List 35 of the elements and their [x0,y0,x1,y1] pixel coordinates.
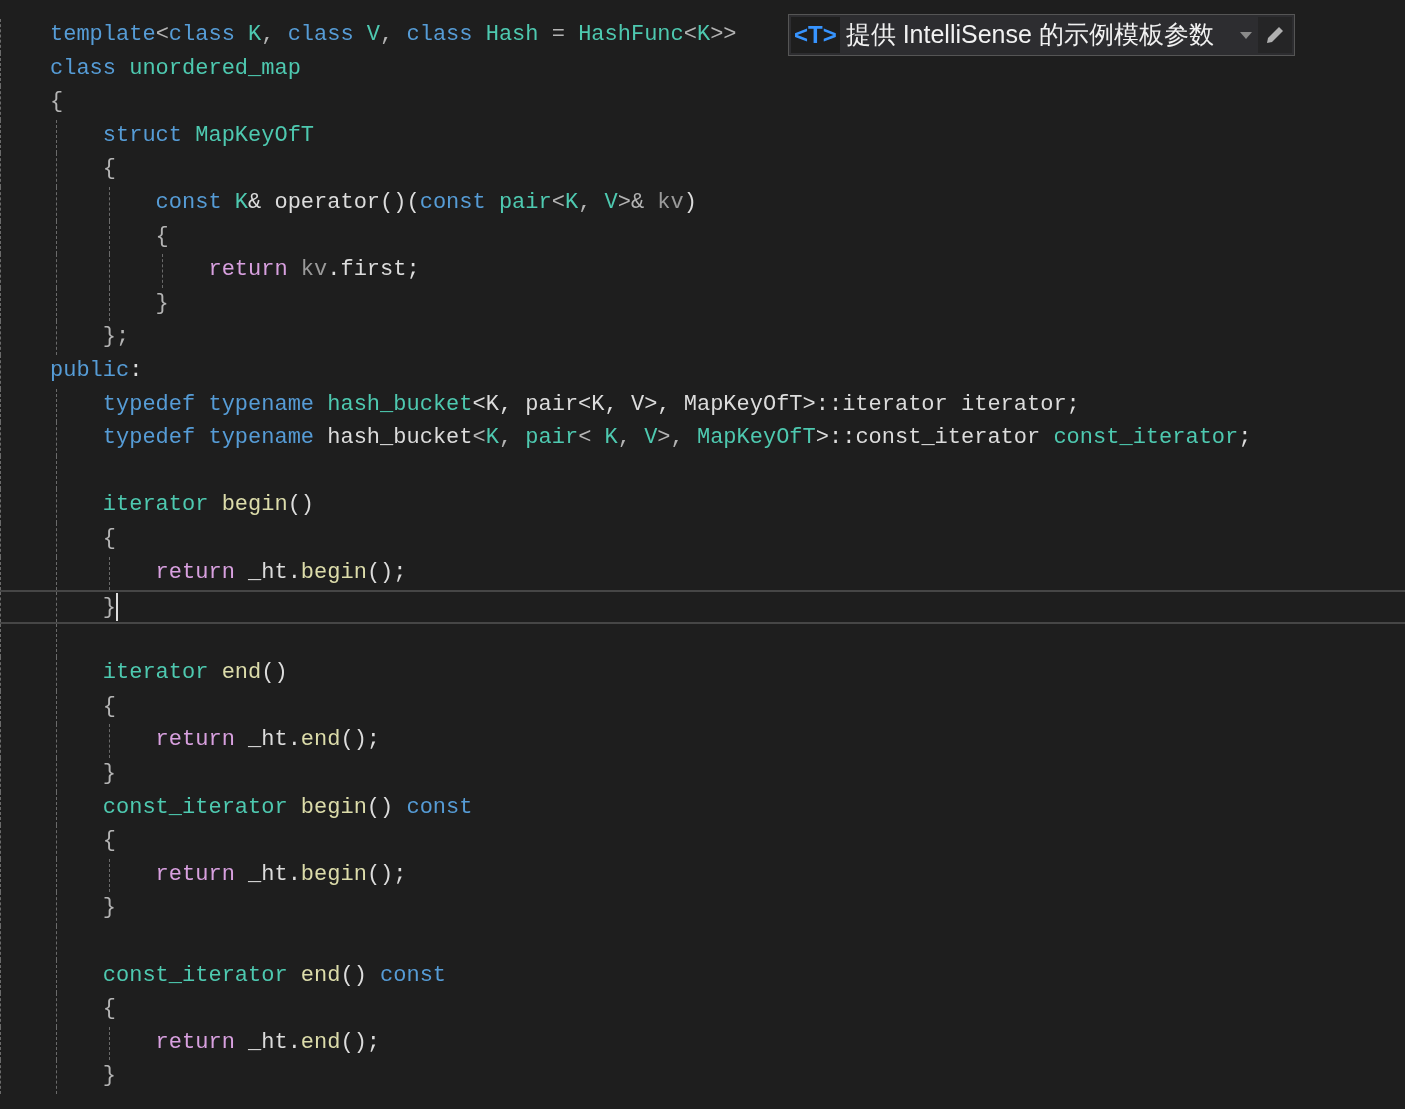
code-line: return _ht.end(); [154,1028,381,1057]
pencil-icon [1264,24,1286,46]
code-line: return kv.first; [207,256,420,285]
edit-button[interactable] [1258,17,1292,53]
code-line: { [101,692,116,721]
code-line: typedef typename hash_bucket<K, pair<K, V>, MapKeyOfT>::iterator iterator; [101,390,1080,419]
code-line: } [101,760,116,789]
code-line: }; [101,323,130,352]
code-line: { [50,88,64,117]
code-line: return _ht.begin(); [154,558,407,587]
code-line: { [101,155,116,184]
caret-icon [1240,31,1252,39]
code-line: { [101,524,116,553]
template-badge: <T> [791,17,840,53]
code-line: } [154,289,169,318]
code-line: class unordered_map [50,54,301,83]
code-line: public: [50,356,143,385]
code-line: const K& operator()(const pair<K, V>& kv) [154,188,697,217]
code-line: iterator begin() [101,491,315,520]
code-line: } [101,594,116,623]
code-line: template<class K, class V, class Hash = HashFunc<K>> [50,21,737,49]
code-line: typedef typename hash_bucket<K, pair< K, V>, MapKeyOfT>::const_iterator const_iterator; [101,424,1252,453]
code-line: const_iterator end() const [101,961,447,990]
code-line: { [101,827,116,856]
code-line: } [101,894,116,923]
code-line: const_iterator begin() const [101,793,473,822]
code-line: struct MapKeyOfT [101,121,315,150]
code-line: return _ht.end(); [154,726,381,755]
code-line: return _ht.begin(); [154,860,407,889]
code-line: { [154,222,169,251]
code-line: } [101,1062,116,1091]
text-cursor [116,593,118,622]
code-line: iterator end() [101,659,288,688]
template-hint: 提供 IntelliSense 的示例模板参数 [844,19,1214,51]
code-line: { [101,995,116,1024]
